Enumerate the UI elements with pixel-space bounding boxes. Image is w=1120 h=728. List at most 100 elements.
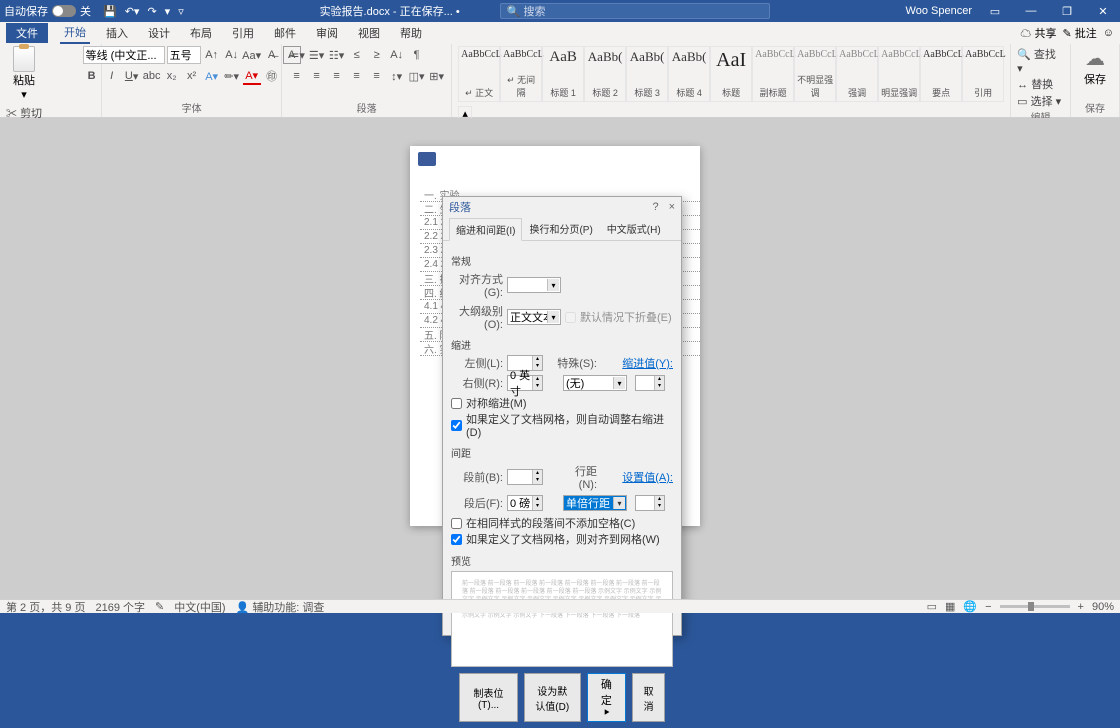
search-input[interactable]: 🔍 搜索 xyxy=(500,3,770,19)
find-button[interactable]: 🔍 查找 ▾ xyxy=(1017,46,1064,75)
tab-review[interactable]: 审阅 xyxy=(312,23,342,43)
line-spacing-icon[interactable]: ↕▾ xyxy=(388,67,406,85)
increase-font-icon[interactable]: A↑ xyxy=(203,46,221,64)
indent-by-spin[interactable]: ▴▾ xyxy=(635,375,665,391)
redo-icon[interactable]: ↷ xyxy=(147,5,156,18)
style-item-4[interactable]: AaBb(标题 3 xyxy=(626,46,668,102)
decrease-font-icon[interactable]: A↓ xyxy=(223,46,241,64)
dialog-tab-linebreak[interactable]: 换行和分页(P) xyxy=(522,217,599,240)
style-item-6[interactable]: AaI标题 xyxy=(710,46,752,102)
multilevel-icon[interactable]: ☷▾ xyxy=(328,46,346,64)
distribute-icon[interactable]: ≡ xyxy=(368,67,386,85)
space-after-spin[interactable]: 0 磅▴▾ xyxy=(507,495,543,511)
save-icon[interactable]: 💾 xyxy=(103,5,117,18)
tabs-button[interactable]: 制表位(T)... xyxy=(459,673,518,722)
set-default-button[interactable]: 设为默认值(D) xyxy=(524,673,580,722)
ribbon-mode-icon[interactable]: ▭ xyxy=(982,5,1008,18)
tab-insert[interactable]: 插入 xyxy=(102,23,132,43)
style-item-8[interactable]: AaBbCcL不明显强调 xyxy=(794,46,836,102)
superscript-icon[interactable]: x² xyxy=(183,67,201,85)
align-center-icon[interactable]: ≡ xyxy=(308,67,326,85)
cancel-button[interactable]: 取消 xyxy=(632,673,665,722)
tab-design[interactable]: 设计 xyxy=(144,23,174,43)
at-spin[interactable]: ▴▾ xyxy=(635,495,665,511)
zoom-in-icon[interactable]: + xyxy=(1078,601,1084,613)
clear-format-icon[interactable]: A̶ xyxy=(263,46,281,64)
outline-combo[interactable]: 正文文本▾ xyxy=(507,309,561,325)
close-icon[interactable]: ✕ xyxy=(1090,5,1116,18)
print-layout-icon[interactable]: ▦ xyxy=(945,600,955,613)
save-to-cloud-button[interactable]: ☁ 保存 xyxy=(1077,46,1113,87)
undo-icon[interactable]: ↶▾ xyxy=(125,5,140,18)
accessibility-status[interactable]: 👤 辅助功能: 调查 xyxy=(236,599,325,615)
collapse-checkbox[interactable]: 默认情况下折叠(E) xyxy=(565,309,672,325)
comments-button[interactable]: ✎ 批注 xyxy=(1062,25,1096,41)
autosave-toggle[interactable]: 自动保存 关 xyxy=(4,3,91,19)
zoom-slider[interactable] xyxy=(1000,605,1070,608)
dialog-tab-indent[interactable]: 缩进和间距(I) xyxy=(449,218,522,241)
alignment-combo[interactable]: ▾ xyxy=(507,277,561,293)
enclose-icon[interactable]: ㊞ xyxy=(263,67,281,85)
text-effects-icon[interactable]: A▾ xyxy=(203,67,221,85)
nav-tab-icon[interactable] xyxy=(418,152,436,166)
space-before-spin[interactable]: ▴▾ xyxy=(507,469,543,485)
paste-button[interactable]: 粘贴▾ xyxy=(6,46,42,101)
zoom-level[interactable]: 90% xyxy=(1092,601,1114,613)
spellcheck-icon[interactable]: ✎ xyxy=(155,600,164,613)
font-color-icon[interactable]: A▾ xyxy=(243,67,261,85)
user-name[interactable]: Woo Spencer xyxy=(906,5,972,17)
highlight-icon[interactable]: ✏▾ xyxy=(223,67,241,85)
style-item-7[interactable]: AaBbCcL副标题 xyxy=(752,46,794,102)
tab-view[interactable]: 视图 xyxy=(354,23,384,43)
dialog-help-icon[interactable]: ? xyxy=(652,201,658,213)
word-count[interactable]: 2169 个字 xyxy=(95,599,145,615)
tab-help[interactable]: 帮助 xyxy=(396,23,426,43)
italic-icon[interactable]: I xyxy=(103,67,121,85)
align-right-icon[interactable]: ≡ xyxy=(328,67,346,85)
subscript-icon[interactable]: x₂ xyxy=(163,67,181,85)
align-left-icon[interactable]: ≡ xyxy=(288,67,306,85)
style-item-2[interactable]: AaB标题 1 xyxy=(542,46,584,102)
strikethrough-icon[interactable]: abc xyxy=(143,67,161,85)
style-item-0[interactable]: AaBbCcL↵ 正文 xyxy=(458,46,500,102)
special-combo[interactable]: (无)▾ xyxy=(563,375,627,391)
maximize-icon[interactable]: ❐ xyxy=(1054,5,1080,18)
dialog-tab-asian[interactable]: 中文版式(H) xyxy=(600,217,668,240)
no-space-same-style-checkbox[interactable]: 在相同样式的段落间不添加空格(C) xyxy=(451,515,673,531)
qat-more-icon[interactable]: ▾ xyxy=(165,5,171,18)
snap-to-grid-checkbox[interactable]: 如果定义了文档网格，则对齐到网格(W) xyxy=(451,531,673,547)
focus-view-icon[interactable]: ▭ xyxy=(927,600,937,613)
font-name-select[interactable]: 等线 (中文正... xyxy=(83,46,165,64)
borders-icon[interactable]: ⊞▾ xyxy=(428,67,446,85)
line-spacing-combo[interactable]: 单倍行距▾ xyxy=(563,495,627,511)
style-item-3[interactable]: AaBb(标题 2 xyxy=(584,46,626,102)
dialog-close-icon[interactable]: × xyxy=(669,201,675,213)
font-size-select[interactable]: 五号 xyxy=(167,46,201,64)
underline-icon[interactable]: U▾ xyxy=(123,67,141,85)
select-button[interactable]: ▭ 选择 ▾ xyxy=(1017,93,1064,109)
show-marks-icon[interactable]: ¶ xyxy=(408,46,426,64)
justify-icon[interactable]: ≡ xyxy=(348,67,366,85)
web-layout-icon[interactable]: 🌐 xyxy=(963,600,977,613)
page-count[interactable]: 第 2 页，共 9 页 xyxy=(6,599,85,615)
numbering-icon[interactable]: ☰▾ xyxy=(308,46,326,64)
tab-layout[interactable]: 布局 xyxy=(186,23,216,43)
decrease-indent-icon[interactable]: ≤ xyxy=(348,46,366,64)
style-item-11[interactable]: AaBbCcL要点 xyxy=(920,46,962,102)
auto-adjust-indent-checkbox[interactable]: 如果定义了文档网格，则自动调整右缩进(D) xyxy=(451,411,673,439)
increase-indent-icon[interactable]: ≥ xyxy=(368,46,386,64)
tab-mailings[interactable]: 邮件 xyxy=(270,23,300,43)
replace-button[interactable]: ↔ 替换 xyxy=(1017,76,1064,92)
tab-file[interactable]: 文件 xyxy=(6,23,48,43)
indent-right-spin[interactable]: 0 英寸▴▾ xyxy=(507,375,543,391)
mirror-indent-checkbox[interactable]: 对称缩进(M) xyxy=(451,395,673,411)
tab-references[interactable]: 引用 xyxy=(228,23,258,43)
ok-button[interactable]: 确定 ⯈ xyxy=(587,673,627,722)
style-item-12[interactable]: AaBbCcL引用 xyxy=(962,46,1004,102)
language-status[interactable]: 中文(中国) xyxy=(174,599,225,615)
sort-icon[interactable]: A↓ xyxy=(388,46,406,64)
minimize-icon[interactable]: — xyxy=(1018,5,1044,17)
change-case-icon[interactable]: Aa▾ xyxy=(243,46,261,64)
style-item-10[interactable]: AaBbCcL明显强调 xyxy=(878,46,920,102)
tab-home[interactable]: 开始 xyxy=(60,22,90,44)
